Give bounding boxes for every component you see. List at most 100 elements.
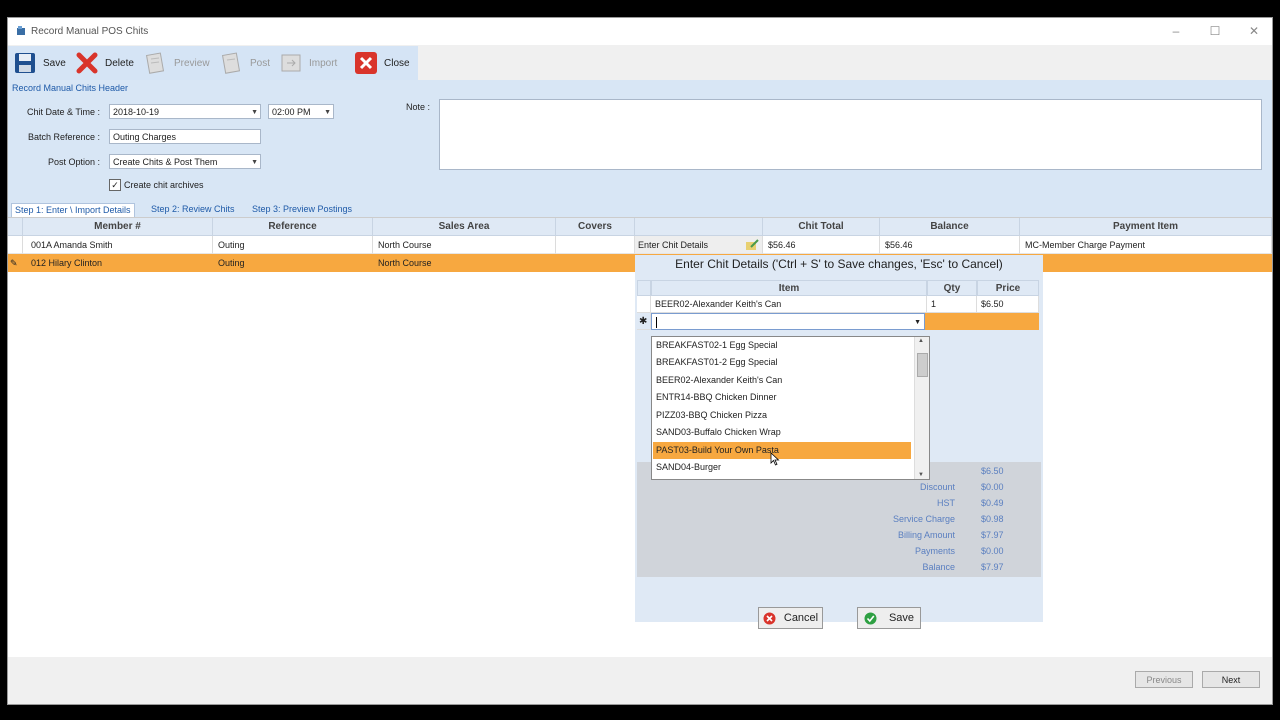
chit-date-label: Chit Date & Time : <box>26 107 100 117</box>
billing-amount-label: Billing Amount <box>897 530 955 540</box>
chit-time-field[interactable]: 02:00 PM ▼ <box>268 104 334 119</box>
column-header[interactable]: Payment Item <box>1020 218 1272 236</box>
scroll-thumb[interactable] <box>917 353 928 377</box>
chevron-down-icon: ▼ <box>251 159 258 166</box>
note-textarea[interactable] <box>439 99 1262 170</box>
batch-reference-input[interactable]: Outing Charges <box>109 129 261 144</box>
chevron-down-icon: ▼ <box>324 109 331 116</box>
close-window-icon[interactable]: ✕ <box>1246 23 1262 39</box>
save-chit-button[interactable]: Save <box>857 607 921 629</box>
list-item[interactable]: PIZZ03-BBQ Chicken Pizza <box>653 407 911 424</box>
list-item[interactable]: ENTR14-BBQ Chicken Dinner <box>653 389 911 406</box>
balance-value: $7.97 <box>981 562 1004 572</box>
delete-button[interactable]: Delete <box>75 49 134 77</box>
subtotal-value: $6.50 <box>981 466 1004 476</box>
billing-amount-value: $7.97 <box>981 530 1004 540</box>
title-bar: Record Manual POS Chits – ☐ ✕ <box>8 18 1272 45</box>
cell-payment-item[interactable] <box>1020 254 1272 272</box>
discount-value: $0.00 <box>981 482 1004 492</box>
edit-row-icon: ✎ <box>8 254 23 272</box>
check-icon <box>864 612 877 624</box>
item-header[interactable]: Item <box>651 280 927 296</box>
minimize-icon[interactable]: – <box>1168 23 1184 39</box>
price-header[interactable]: Price <box>977 280 1039 296</box>
cell-reference[interactable]: Outing <box>213 254 373 272</box>
column-header[interactable]: Covers <box>556 218 635 236</box>
archive-checkbox[interactable]: ✓ <box>109 179 121 191</box>
edit-icon <box>746 239 759 250</box>
line-qty-cell[interactable]: 1 <box>927 296 977 313</box>
list-item-selected[interactable]: PAST03-Build Your Own Pasta <box>653 442 911 459</box>
cell-balance[interactable]: $56.46 <box>880 236 1020 254</box>
line-item-cell[interactable]: BEER02-Alexander Keith's Can <box>651 296 927 313</box>
tab-step1[interactable]: Step 1: Enter \ Import Details <box>11 203 135 217</box>
preview-icon <box>145 52 165 74</box>
toolbar: Save Delete Preview Post Import Close <box>8 46 418 80</box>
row-indicator-header <box>8 218 23 236</box>
delete-icon <box>76 52 98 74</box>
import-button[interactable]: Import <box>279 49 337 77</box>
cell-sales-area[interactable]: North Course <box>373 254 556 272</box>
item-combobox[interactable]: ▼ <box>651 313 925 330</box>
tab-step2[interactable]: Step 2: Review Chits <box>151 204 235 214</box>
chevron-down-icon[interactable]: ▼ <box>914 314 921 331</box>
cell-payment-item[interactable]: MC-Member Charge Payment <box>1020 236 1272 254</box>
payments-value: $0.00 <box>981 546 1004 556</box>
next-button[interactable]: Next <box>1202 671 1260 688</box>
scroll-up-icon[interactable]: ▲ <box>918 338 924 344</box>
hst-value: $0.49 <box>981 498 1004 508</box>
service-charge-label: Service Charge <box>892 514 955 524</box>
list-item[interactable]: SAND03-Buffalo Chicken Wrap <box>653 424 911 441</box>
archive-label: Create chit archives <box>124 180 204 190</box>
list-item[interactable]: BEER02-Alexander Keith's Can <box>653 372 911 389</box>
cell-member[interactable]: 012 Hilary Clinton <box>23 254 213 272</box>
section-label: Record Manual Chits Header <box>12 83 129 93</box>
list-item[interactable]: BREAKFAST01-2 Egg Special <box>653 354 911 371</box>
post-button[interactable]: Post <box>220 49 270 77</box>
qty-header[interactable]: Qty <box>927 280 977 296</box>
cell-member[interactable]: 001A Amanda Smith <box>23 236 213 254</box>
cell-reference[interactable]: Outing <box>213 236 373 254</box>
line-price-cell[interactable]: $6.50 <box>977 296 1039 313</box>
column-header[interactable]: Chit Total <box>763 218 880 236</box>
app-icon <box>17 26 25 35</box>
list-scrollbar[interactable]: ▲ ▼ <box>914 337 929 479</box>
discount-label: Discount <box>919 482 955 492</box>
mouse-cursor-icon <box>770 452 780 466</box>
app-window: Record Manual POS Chits – ☐ ✕ Save Delet… <box>7 17 1273 705</box>
column-header[interactable]: Balance <box>880 218 1020 236</box>
post-option-select[interactable]: Create Chits & Post Them ▼ <box>109 154 261 169</box>
enter-chit-details-button[interactable]: Enter Chit Details <box>635 236 763 254</box>
column-header[interactable]: Reference <box>213 218 373 236</box>
cell-chit-total[interactable]: $56.46 <box>763 236 880 254</box>
list-item[interactable]: BREAKFAST02-1 Egg Special <box>653 337 911 354</box>
payments-label: Payments <box>914 546 955 556</box>
list-item[interactable]: SAND04-Burger <box>653 459 911 476</box>
row-indicator <box>8 236 23 254</box>
text-caret <box>656 317 657 329</box>
close-icon <box>355 52 377 74</box>
scroll-down-icon[interactable]: ▼ <box>918 472 924 478</box>
new-row-icon: ✱ <box>637 313 651 330</box>
column-header[interactable]: Sales Area <box>373 218 556 236</box>
column-header[interactable] <box>635 218 763 236</box>
cell-covers[interactable] <box>556 254 635 272</box>
row-indicator <box>637 296 651 313</box>
post-option-label: Post Option : <box>47 157 100 167</box>
row-indicator-header <box>637 280 651 296</box>
note-label: Note : <box>405 102 430 112</box>
close-button[interactable]: Close <box>354 49 410 77</box>
step-tabs: Step 1: Enter \ Import Details Step 2: R… <box>8 202 1272 217</box>
cancel-button[interactable]: Cancel <box>758 607 823 629</box>
cell-covers[interactable] <box>556 236 635 254</box>
previous-button[interactable]: Previous <box>1135 671 1193 688</box>
save-button[interactable]: Save <box>13 49 66 77</box>
chit-date-field[interactable]: 2018-10-19 ▼ <box>109 104 261 119</box>
save-icon <box>15 53 35 73</box>
preview-button[interactable]: Preview <box>144 49 210 77</box>
cell-sales-area[interactable]: North Course <box>373 236 556 254</box>
column-header[interactable]: Member # <box>23 218 213 236</box>
tab-step3[interactable]: Step 3: Preview Postings <box>252 204 352 214</box>
import-icon <box>281 54 301 72</box>
maximize-icon[interactable]: ☐ <box>1207 23 1223 39</box>
